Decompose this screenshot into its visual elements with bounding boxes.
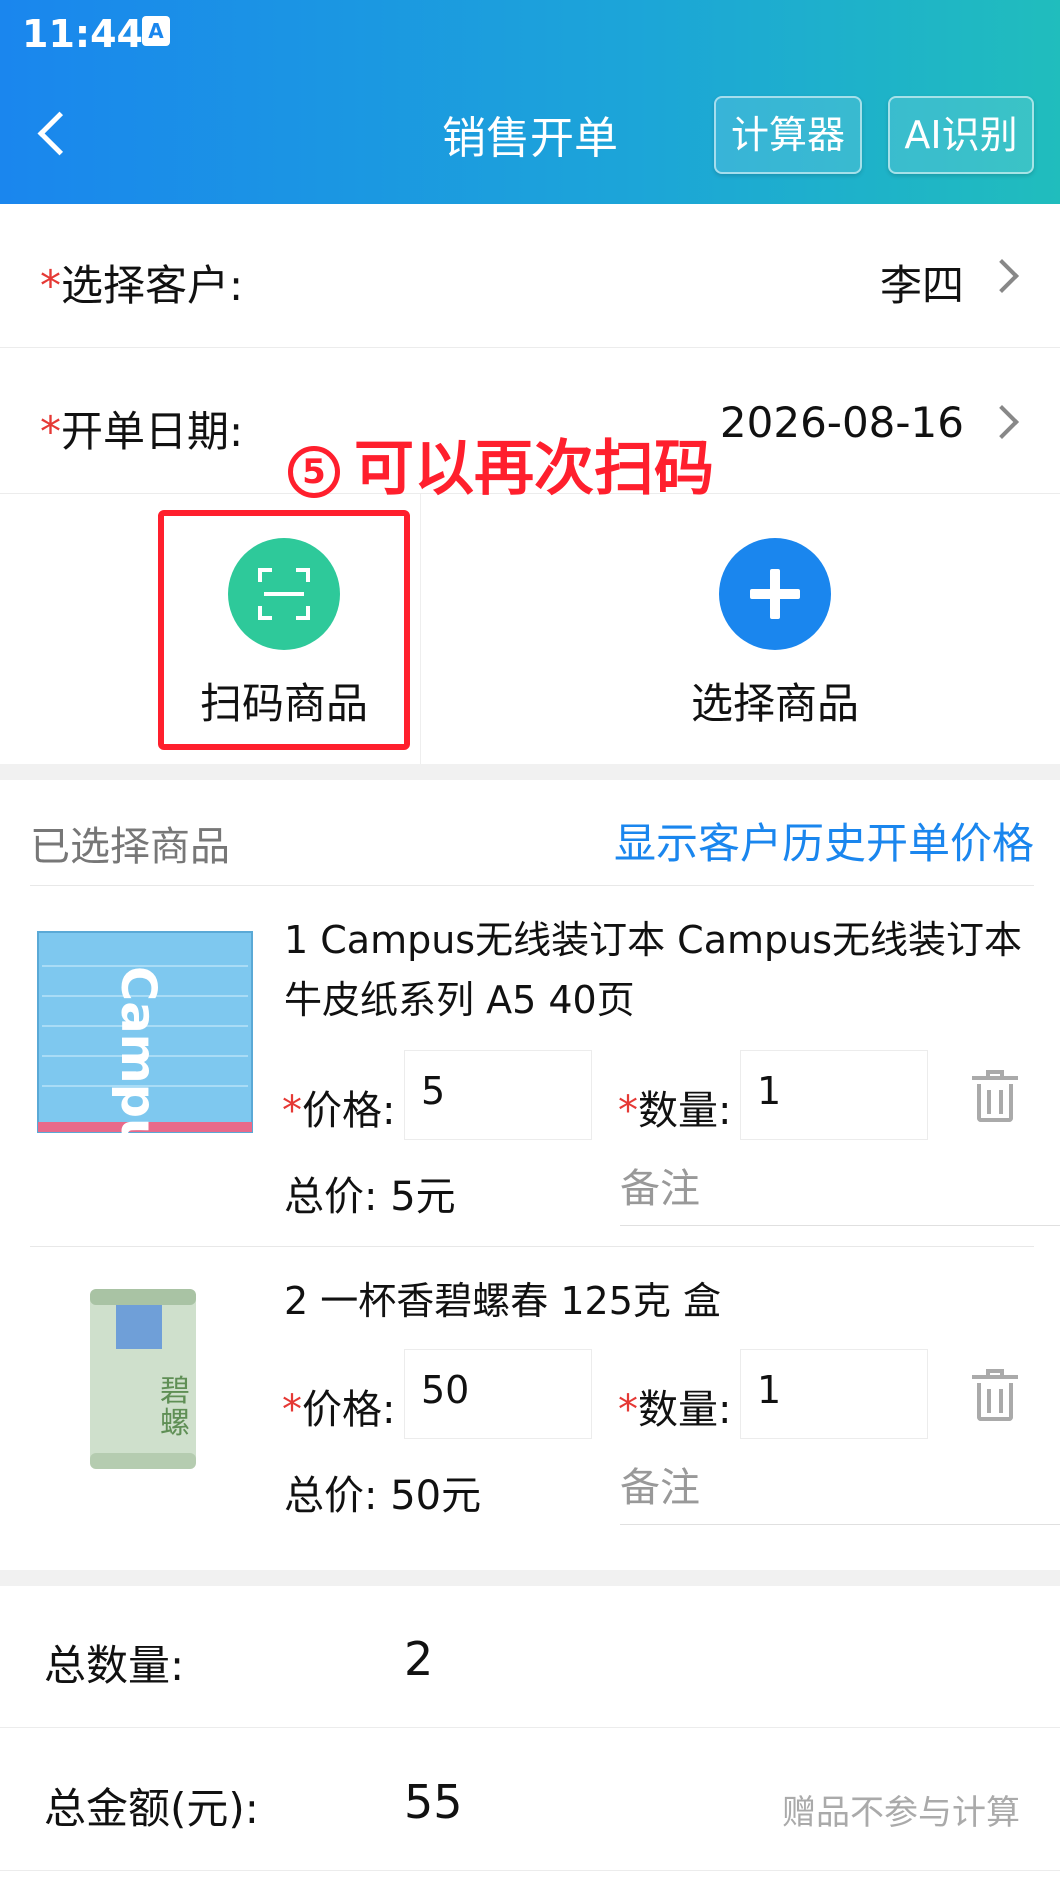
price-input[interactable]: 50 <box>404 1349 592 1439</box>
notebook-image: Campus <box>37 931 253 1138</box>
notification-icon: A <box>142 16 170 46</box>
total-quantity-label: 总数量: <box>44 1641 185 1690</box>
item-total: 总价: 50元 <box>284 1473 482 1519</box>
price-input[interactable]: 5 <box>404 1050 592 1140</box>
remark-input[interactable]: 备注 <box>620 1156 1060 1226</box>
price-label: *价格: <box>282 1078 395 1136</box>
trash-icon[interactable] <box>970 1369 1020 1423</box>
total-quantity-row: 总数量: 2 <box>0 1586 1060 1728</box>
app-header: 11:44 A 销售开单 计算器 AI识别 <box>0 0 1060 204</box>
plus-icon <box>719 538 831 650</box>
gift-note: 赠品不参与计算 <box>782 1793 1020 1833</box>
svg-text:Campus: Campus <box>110 966 166 1138</box>
section-separator <box>0 764 1060 780</box>
item-name: 1 Campus无线装订本 Campus无线装订本 牛皮纸系列 A5 40页 <box>284 918 1023 1022</box>
qty-input[interactable]: 1 <box>740 1050 928 1140</box>
select-goods-label: 选择商品 <box>690 679 859 728</box>
annotation-highlight-box <box>158 510 410 750</box>
customer-label: *选择客户: <box>40 252 243 313</box>
status-time: 11:44 <box>22 12 143 56</box>
required-mark: * <box>618 1387 638 1433</box>
date-value: 2026-08-16 <box>719 398 964 447</box>
date-label-text: 开单日期: <box>61 407 244 456</box>
chevron-right-icon <box>990 406 1020 436</box>
required-mark: * <box>282 1387 302 1433</box>
required-mark: * <box>282 1088 302 1134</box>
annotation-caption: 可以再次扫码 <box>354 434 714 504</box>
required-mark: * <box>40 407 61 456</box>
qty-label: *数量: <box>618 1078 731 1136</box>
total-amount-row: 总金额(元): 55 赠品不参与计算 <box>0 1729 1060 1871</box>
tea-can-image: 碧 螺 <box>90 1289 196 1469</box>
price-label: *价格: <box>282 1377 395 1435</box>
annotation-text: 5 可以再次扫码 <box>288 420 714 507</box>
selected-goods-title: 已选择商品 <box>30 824 230 870</box>
required-mark: * <box>40 261 61 310</box>
qty-input[interactable]: 1 <box>740 1349 928 1439</box>
price-label-text: 价格: <box>302 1088 396 1134</box>
list-item: Campus 1 Campus无线装订本 Campus无线装订本 牛皮纸系列 A… <box>0 886 1060 1246</box>
back-button[interactable] <box>28 100 78 170</box>
annotation-number: 5 <box>288 446 340 498</box>
svg-text:螺: 螺 <box>160 1406 190 1441</box>
page-title: 销售开单 <box>442 113 618 164</box>
customer-value: 李四 <box>879 261 964 310</box>
total-amount-label: 总金额(元): <box>44 1784 259 1833</box>
customer-row[interactable]: *选择客户: 李四 <box>0 204 1060 348</box>
selected-goods-header: 已选择商品 显示客户历史开单价格 <box>0 780 1060 886</box>
qty-label-text: 数量: <box>638 1088 732 1134</box>
date-label: *开单日期: <box>40 398 243 459</box>
qty-label: *数量: <box>618 1377 731 1435</box>
chevron-right-icon <box>990 260 1020 290</box>
price-label-text: 价格: <box>302 1387 396 1433</box>
list-item: 碧 螺 2 一杯香碧螺春 125克 盒 *价格: 50 *数量: 1 总价: 5… <box>0 1247 1060 1567</box>
history-price-link[interactable]: 显示客户历史开单价格 <box>614 810 1034 871</box>
qty-label-text: 数量: <box>638 1387 732 1433</box>
total-quantity-value: 2 <box>404 1632 434 1686</box>
total-amount-value: 55 <box>404 1775 463 1829</box>
trash-icon[interactable] <box>970 1070 1020 1124</box>
required-mark: * <box>618 1088 638 1134</box>
section-separator <box>0 1570 1060 1586</box>
divider <box>420 494 421 764</box>
calculator-button[interactable]: 计算器 <box>714 96 862 174</box>
item-total: 总价: 5元 <box>284 1174 456 1220</box>
ai-recognize-button[interactable]: AI识别 <box>888 96 1034 174</box>
item-name: 2 一杯香碧螺春 125克 盒 <box>284 1279 721 1323</box>
select-goods-button[interactable]: 选择商品 <box>660 494 890 764</box>
customer-label-text: 选择客户: <box>61 261 244 310</box>
remark-input[interactable]: 备注 <box>620 1455 1060 1525</box>
svg-text:碧: 碧 <box>160 1374 190 1409</box>
